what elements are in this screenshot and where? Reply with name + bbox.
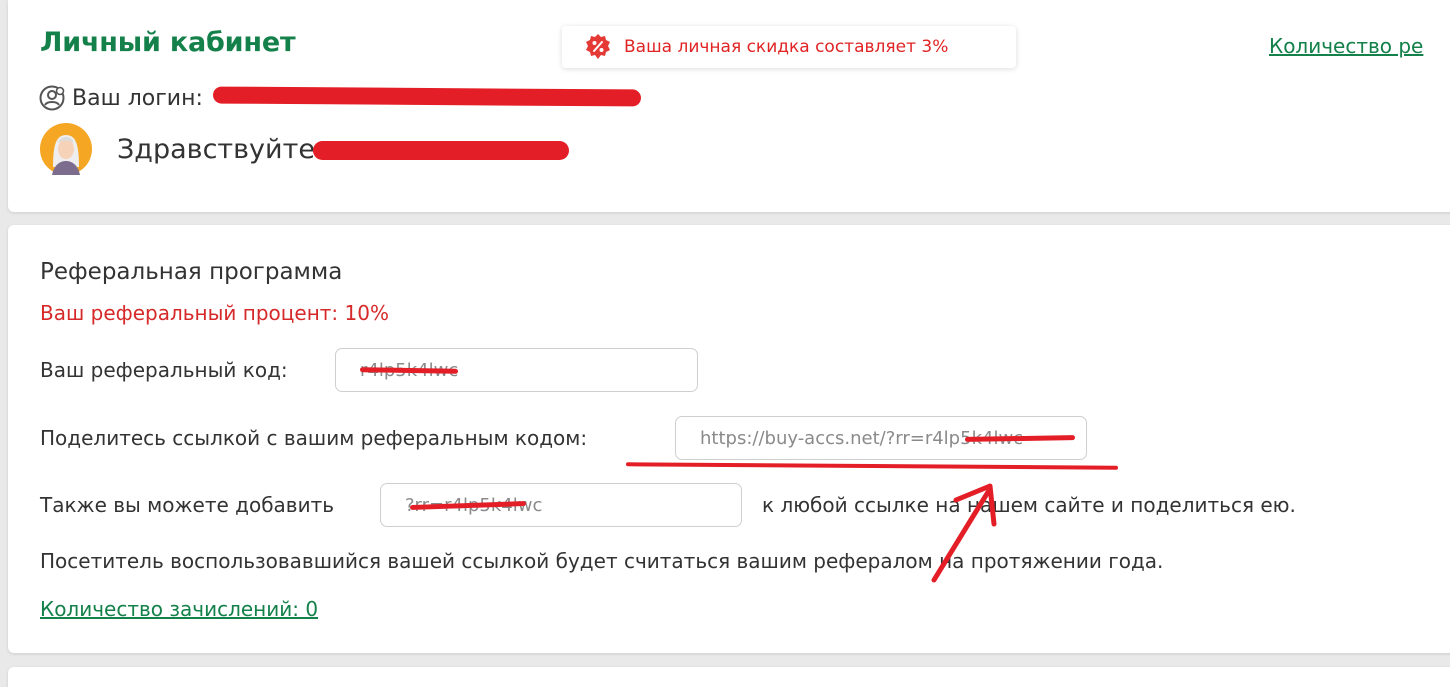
code-label: Ваш реферальный код:	[40, 358, 288, 382]
page: Личный кабинет Ваша личная скидка состав…	[0, 0, 1450, 687]
next-card	[8, 667, 1450, 687]
redaction-mark	[212, 86, 642, 107]
add-suffix: к любой ссылке на нашем сайте и поделить…	[762, 493, 1296, 517]
section-title: Реферальная программа	[40, 259, 343, 285]
share-label: Поделитесь ссылкой с вашим реферальным к…	[40, 426, 588, 450]
referral-percent: Ваш реферальный процент: 10%	[40, 301, 389, 325]
credits-link[interactable]: Количество зачислений: 0	[40, 597, 318, 621]
add-label: Также вы можете добавить	[40, 493, 335, 517]
discount-badge: Ваша личная скидка составляет 3%	[562, 26, 1016, 68]
referral-card: Реферальная программа Ваш реферальный пр…	[8, 225, 1450, 653]
discount-text: Ваша личная скидка составляет 3%	[624, 37, 949, 57]
percent-badge-icon	[586, 34, 610, 59]
greeting-text: Здравствуйте	[117, 133, 315, 165]
login-label: Ваш логин:	[72, 85, 203, 111]
avatar	[40, 123, 92, 175]
page-title: Личный кабинет	[40, 27, 296, 58]
greeting-row: Здравствуйте	[40, 123, 315, 175]
redaction-mark	[313, 141, 569, 160]
profile-card: Личный кабинет Ваша личная скидка состав…	[8, 0, 1450, 212]
user-circle-icon	[39, 85, 65, 111]
top-credits-link[interactable]: Количество ре	[1269, 34, 1423, 58]
annotation-arrow-icon	[931, 483, 997, 583]
login-row: Ваш логин:	[38, 84, 205, 112]
